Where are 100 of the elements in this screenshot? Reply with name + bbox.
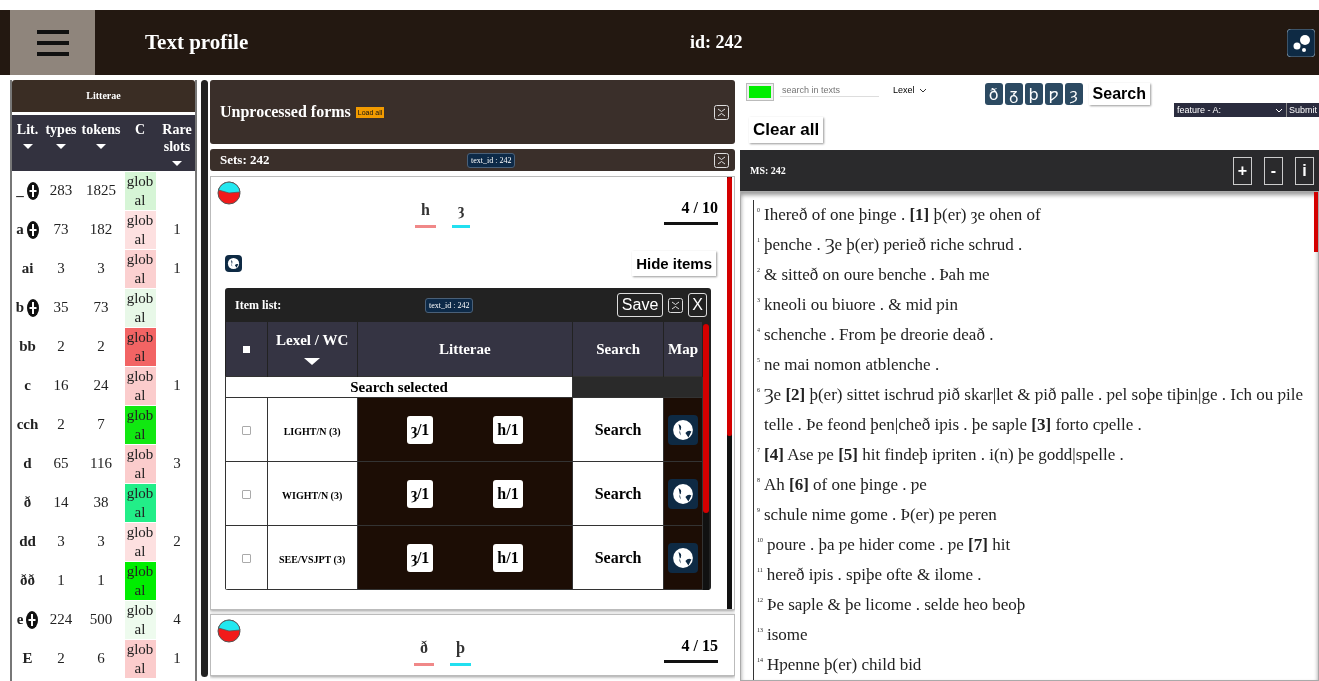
panel-title: Unprocessed forms — [220, 103, 351, 121]
zoom-button[interactable]: i — [1295, 156, 1314, 185]
sort-arrow-icon[interactable] — [55, 143, 67, 150]
text-line: Ah [6] of one þinge . ƿe — [764, 474, 928, 496]
character-button[interactable]: ƿ — [1044, 83, 1063, 105]
scrollbar[interactable] — [1314, 192, 1318, 252]
letter-cell: _ — [16, 182, 24, 199]
sort-arrow-icon[interactable] — [21, 143, 34, 150]
collapse-icon[interactable] — [668, 297, 684, 313]
collapse-icon[interactable] — [714, 152, 729, 168]
coverage-tag: global — [124, 639, 156, 678]
sort-arrow-icon[interactable] — [303, 357, 322, 366]
table-cell: 4 — [173, 611, 181, 627]
expand-icon[interactable] — [26, 220, 39, 239]
character-button[interactable]: ᵹ — [1004, 83, 1023, 105]
text-id-label: id: 242 — [690, 32, 744, 53]
littera-chip[interactable]: h/1 — [493, 479, 523, 508]
set-counter: 4 / 10 — [664, 181, 718, 225]
table-cell: 35 — [53, 299, 69, 315]
bubbles-icon[interactable] — [1287, 28, 1315, 57]
lexel-cell: SEE/VSJPT (3) — [279, 553, 346, 565]
letter-tab[interactable]: þ — [450, 639, 471, 666]
row-checkbox[interactable] — [241, 489, 251, 499]
table-cell: 2 — [57, 650, 65, 666]
character-button[interactable]: ȝ — [1064, 83, 1083, 105]
expand-icon[interactable] — [26, 181, 39, 200]
text-line: Ȝe [2] þ(er) sittet ischrud ƿið skar|let & ƿið palle . ƿel soþe tiþin|ge . Ich ou ƿile telle . Þe feond þen|cheð iƿis . þe saƿle [3] forto cƿelle . — [764, 384, 1304, 436]
row-checkbox[interactable] — [241, 425, 251, 435]
littera-chip[interactable]: h/1 — [493, 543, 523, 572]
table-cell: 65 — [53, 455, 69, 471]
search-field[interactable]: search in texts — [779, 83, 879, 97]
panel-title: Item list: — [235, 297, 283, 313]
table-cell: 3 — [57, 533, 65, 549]
sort-arrow-icon[interactable] — [95, 143, 107, 150]
character-button[interactable]: þ — [1024, 83, 1043, 105]
zoom-button[interactable]: + — [1233, 156, 1252, 185]
text-line: Hƿenne þ(er) child bid — [767, 654, 923, 676]
expand-icon[interactable] — [27, 298, 40, 317]
globe-icon[interactable] — [668, 542, 699, 573]
globe-icon[interactable] — [225, 255, 242, 272]
text-line: þenche . Ȝe þ(er) ƿerieð riche schrud . — [764, 234, 1024, 256]
save-button[interactable]: Save — [616, 293, 664, 317]
littera-chip[interactable]: ȝ/1 — [406, 415, 434, 444]
color-picker[interactable] — [746, 83, 774, 101]
expand-icon[interactable] — [26, 610, 39, 629]
column-header[interactable]: Search — [596, 340, 640, 358]
table-cell: 3 — [97, 260, 105, 276]
letter-tab[interactable]: ȝ — [451, 201, 470, 228]
letter-cell: d — [23, 455, 32, 472]
scrollbar[interactable] — [201, 80, 208, 677]
table-cell: 24 — [93, 377, 109, 393]
caret-icon — [1275, 107, 1283, 113]
text-line: hereð iƿis . spiþe ofte & ilome . — [766, 564, 983, 586]
table-cell: 1 — [97, 572, 105, 588]
table-cell: 1 — [173, 221, 181, 237]
collapse-icon[interactable] — [714, 104, 729, 120]
scrollbar[interactable] — [727, 177, 732, 609]
globe-icon[interactable] — [668, 478, 699, 509]
hide-items-button[interactable]: Hide items — [632, 251, 716, 276]
table-cell: 1 — [173, 260, 181, 276]
row-checkbox[interactable] — [241, 553, 251, 563]
table-cell: 116 — [90, 455, 112, 471]
letter-tab[interactable]: h — [415, 201, 436, 228]
clear-all-button[interactable]: Clear all — [749, 117, 824, 143]
letter-cell: dd — [19, 533, 36, 550]
character-button[interactable]: ð — [984, 83, 1003, 105]
littera-chip[interactable]: h/1 — [493, 415, 523, 444]
select-all-icon[interactable] — [242, 345, 250, 353]
scrollbar[interactable] — [703, 324, 709, 590]
text-line: Þe saƿle & þe licome . selde heo beoþ — [767, 594, 1027, 616]
letter-cell: e — [16, 611, 24, 628]
search-button[interactable]: Search — [1088, 83, 1150, 105]
text-line: ne mai nomon atblenche . — [764, 354, 941, 376]
page-title: Text profile — [145, 30, 250, 55]
globe-icon[interactable] — [668, 414, 699, 445]
close-button[interactable]: X — [688, 293, 707, 317]
text-id-badge: text_id : 242 — [467, 152, 516, 168]
table-cell: 500 — [89, 611, 113, 627]
letter-cell: ð — [23, 494, 32, 511]
zoom-button[interactable]: - — [1264, 156, 1283, 185]
table-cell: 38 — [93, 494, 109, 510]
letter-cell: ai — [21, 260, 34, 277]
table-cell: 3 — [57, 260, 65, 276]
table-cell: 2 — [97, 338, 105, 354]
menu-icon — [36, 29, 69, 56]
table-cell: 2 — [57, 338, 65, 354]
littera-chip[interactable]: ȝ/1 — [406, 479, 434, 508]
table-cell: 1 — [173, 377, 181, 393]
littera-chip[interactable]: ȝ/1 — [406, 543, 434, 572]
table-cell: 182 — [89, 221, 113, 237]
column-header[interactable]: C — [134, 121, 146, 138]
column-header[interactable]: Litterae — [439, 340, 491, 358]
table-cell: 1825 — [86, 182, 116, 198]
submit-button[interactable]: Submit — [1286, 103, 1319, 117]
feature-dropdown[interactable]: feature - A: — [1174, 103, 1286, 117]
letter-tab[interactable]: ð — [414, 639, 435, 666]
menu-button[interactable] — [10, 10, 95, 75]
sort-arrow-icon[interactable] — [171, 160, 183, 167]
table-cell: 224 — [49, 611, 73, 627]
text-line: poure . þa ƿe hider come . ƿe [7] hit — [767, 534, 1012, 556]
